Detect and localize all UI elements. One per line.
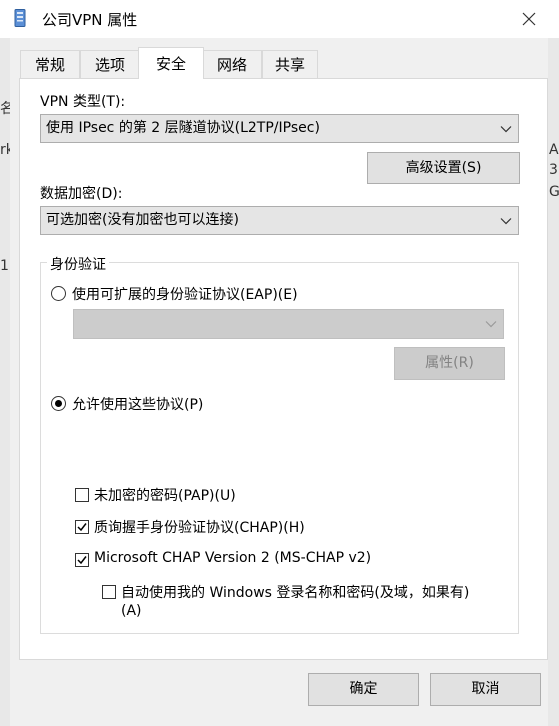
eap-radio-label[interactable]: 使用可扩展的身份验证协议(EAP)(E) xyxy=(72,284,298,304)
allow-protocols-radio[interactable] xyxy=(51,396,66,411)
radio-selected-dot xyxy=(55,400,62,407)
chap-checkbox-label[interactable]: 质询握手身份验证协议(CHAP)(H) xyxy=(94,517,305,537)
background-text-fragment: rk xyxy=(0,142,10,158)
vpn-type-dropdown[interactable]: 使用 IPsec 的第 2 层隧道协议(L2TP/IPsec) xyxy=(40,114,519,143)
background-text-fragment: 3 xyxy=(549,162,558,178)
checkmark-icon xyxy=(77,523,87,532)
chap-checkbox[interactable] xyxy=(75,520,89,534)
chevron-down-icon xyxy=(500,115,512,142)
mschapv2-checkbox-label[interactable]: Microsoft CHAP Version 2 (MS-CHAP v2) xyxy=(94,550,371,566)
ok-button[interactable]: 确定 xyxy=(308,673,419,706)
authentication-group-title: 身份验证 xyxy=(47,254,109,274)
tab-sharing[interactable]: 共享 xyxy=(262,50,318,78)
eap-method-dropdown[interactable] xyxy=(73,309,504,339)
eap-properties-button[interactable]: 属性(R) xyxy=(394,347,505,380)
tab-general[interactable]: 常规 xyxy=(20,50,80,78)
checkmark-icon xyxy=(77,556,87,565)
window-title: 公司VPN 属性 xyxy=(42,11,138,29)
background-text-fragment: 名 xyxy=(0,101,10,117)
tab-networking[interactable]: 网络 xyxy=(202,50,262,78)
vpn-type-label: VPN 类型(T): xyxy=(40,94,126,110)
chevron-down-icon xyxy=(485,310,497,337)
allow-protocols-radio-label[interactable]: 允许使用这些协议(P) xyxy=(72,394,203,414)
mschapv2-checkbox[interactable] xyxy=(75,553,89,567)
encryption-value: 可选加密(没有加密也可以连接) xyxy=(46,212,239,228)
pap-checkbox[interactable] xyxy=(75,488,89,502)
auto-windows-login-checkbox[interactable] xyxy=(102,585,116,599)
tab-security[interactable]: 安全 xyxy=(138,47,204,79)
auto-windows-login-label-line2[interactable]: (A) xyxy=(121,603,142,619)
close-icon xyxy=(522,12,536,26)
encryption-dropdown[interactable]: 可选加密(没有加密也可以连接) xyxy=(40,206,519,235)
eap-radio[interactable] xyxy=(51,286,66,301)
background-text-fragment: G xyxy=(549,184,559,200)
auto-windows-login-label-line1[interactable]: 自动使用我的 Windows 登录名称和密码(及域，如果有) xyxy=(121,582,469,602)
pap-checkbox-label[interactable]: 未加密的密码(PAP)(U) xyxy=(94,485,236,505)
background-text-fragment: AN xyxy=(549,142,559,158)
chevron-down-icon xyxy=(500,207,512,234)
close-button[interactable] xyxy=(514,6,544,32)
tab-options[interactable]: 选项 xyxy=(80,50,140,78)
advanced-settings-button[interactable]: 高级设置(S) xyxy=(367,152,520,184)
encryption-label: 数据加密(D): xyxy=(40,186,123,202)
cancel-button[interactable]: 取消 xyxy=(430,673,541,706)
network-connection-icon xyxy=(14,9,26,27)
background-text-fragment: 1. xyxy=(0,258,10,274)
vpn-type-value: 使用 IPsec 的第 2 层隧道协议(L2TP/IPsec) xyxy=(46,120,320,136)
